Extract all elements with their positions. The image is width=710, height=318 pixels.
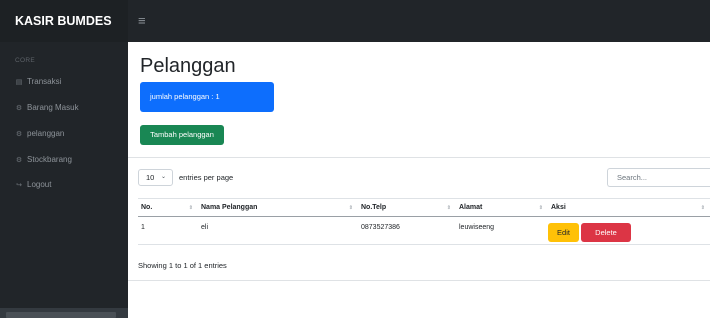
- search-input[interactable]: Search...: [607, 168, 710, 187]
- page-title: Pelanggan: [140, 55, 236, 77]
- table-icon: ▤: [15, 78, 23, 86]
- column-header-label: No.: [141, 204, 153, 211]
- column-header-aksi[interactable]: Aksi ⇕: [548, 199, 710, 217]
- sidebar-item-pelanggan[interactable]: ⚙ pelanggan: [15, 129, 65, 138]
- top-navbar: KASIR BUMDES ≡: [0, 0, 710, 42]
- sort-icon: ⇕: [446, 205, 451, 211]
- customer-table-card: 10 ⌄ entries per page Search... No. ⇕ Na…: [128, 157, 710, 281]
- cell-alamat: leuwiseeng: [459, 224, 495, 231]
- delete-button[interactable]: Delete: [581, 223, 631, 242]
- entries-per-page-select[interactable]: 10 ⌄: [138, 169, 173, 186]
- column-header-label: Alamat: [459, 204, 483, 211]
- column-header-label: Nama Pelanggan: [201, 204, 258, 211]
- column-header-label: No.Telp: [361, 204, 387, 211]
- column-header-no[interactable]: No. ⇕: [138, 199, 198, 217]
- column-header-telp[interactable]: No.Telp ⇕: [358, 199, 456, 217]
- sidebar-item-label: Logout: [27, 180, 52, 189]
- table-header: No. ⇕ Nama Pelanggan ⇕ No.Telp ⇕ Alamat …: [138, 198, 710, 217]
- chevron-down-icon: ⌄: [160, 174, 166, 180]
- gauge-icon: ⚙: [15, 156, 23, 164]
- cell-nama: eli: [201, 224, 209, 231]
- cell-telp: 0873527386: [361, 224, 400, 231]
- brand-title[interactable]: KASIR BUMDES: [0, 0, 128, 42]
- sort-icon: ⇕: [700, 205, 705, 211]
- sidebar-item-label: Stockbarang: [27, 155, 72, 164]
- sidebar-item-stockbarang[interactable]: ⚙ Stockbarang: [15, 155, 72, 164]
- column-header-alamat[interactable]: Alamat ⇕: [456, 199, 548, 217]
- per-page-value: 10: [146, 173, 155, 182]
- sidebar-item-barang-masuk[interactable]: ⚙ Barang Masuk: [15, 103, 79, 112]
- sidebar-item-label: Barang Masuk: [27, 103, 79, 112]
- column-header-nama[interactable]: Nama Pelanggan ⇕: [198, 199, 358, 217]
- sidebar-item-transaksi[interactable]: ▤ Transaksi: [15, 77, 62, 86]
- gauge-icon: ⚙: [15, 104, 23, 112]
- sidebar-footer: [0, 308, 128, 318]
- table-info: Showing 1 to 1 of 1 entries: [138, 261, 227, 270]
- main-content: Pelanggan jumlah pelanggan : 1 Tambah pe…: [128, 42, 710, 318]
- sidebar-toggle-icon[interactable]: ≡: [138, 14, 152, 28]
- sort-icon: ⇕: [188, 205, 193, 211]
- sidebar-item-label: pelanggan: [27, 129, 65, 138]
- sidebar-item-label: Transaksi: [27, 77, 62, 86]
- per-page-label: entries per page: [179, 173, 234, 182]
- customer-count-card: jumlah pelanggan : 1: [140, 82, 274, 112]
- add-customer-button[interactable]: Tambah pelanggan: [140, 125, 224, 145]
- column-header-label: Aksi: [551, 204, 566, 211]
- sidebar-heading: CORE: [15, 57, 35, 64]
- edit-button[interactable]: Edit: [548, 223, 579, 242]
- logout-icon: ↪: [16, 181, 22, 189]
- sidebar-item-logout[interactable]: ↪ Logout: [15, 180, 51, 189]
- footer-text-bar: [6, 312, 116, 318]
- gauge-icon: ⚙: [15, 130, 23, 138]
- sort-icon: ⇕: [538, 205, 543, 211]
- sort-icon: ⇕: [348, 205, 353, 211]
- table-row: 1 eli 0873527386 leuwiseeng Edit Delete: [138, 218, 710, 245]
- cell-no: 1: [141, 224, 145, 231]
- sidebar: CORE ▤ Transaksi ⚙ Barang Masuk ⚙ pelang…: [0, 42, 128, 318]
